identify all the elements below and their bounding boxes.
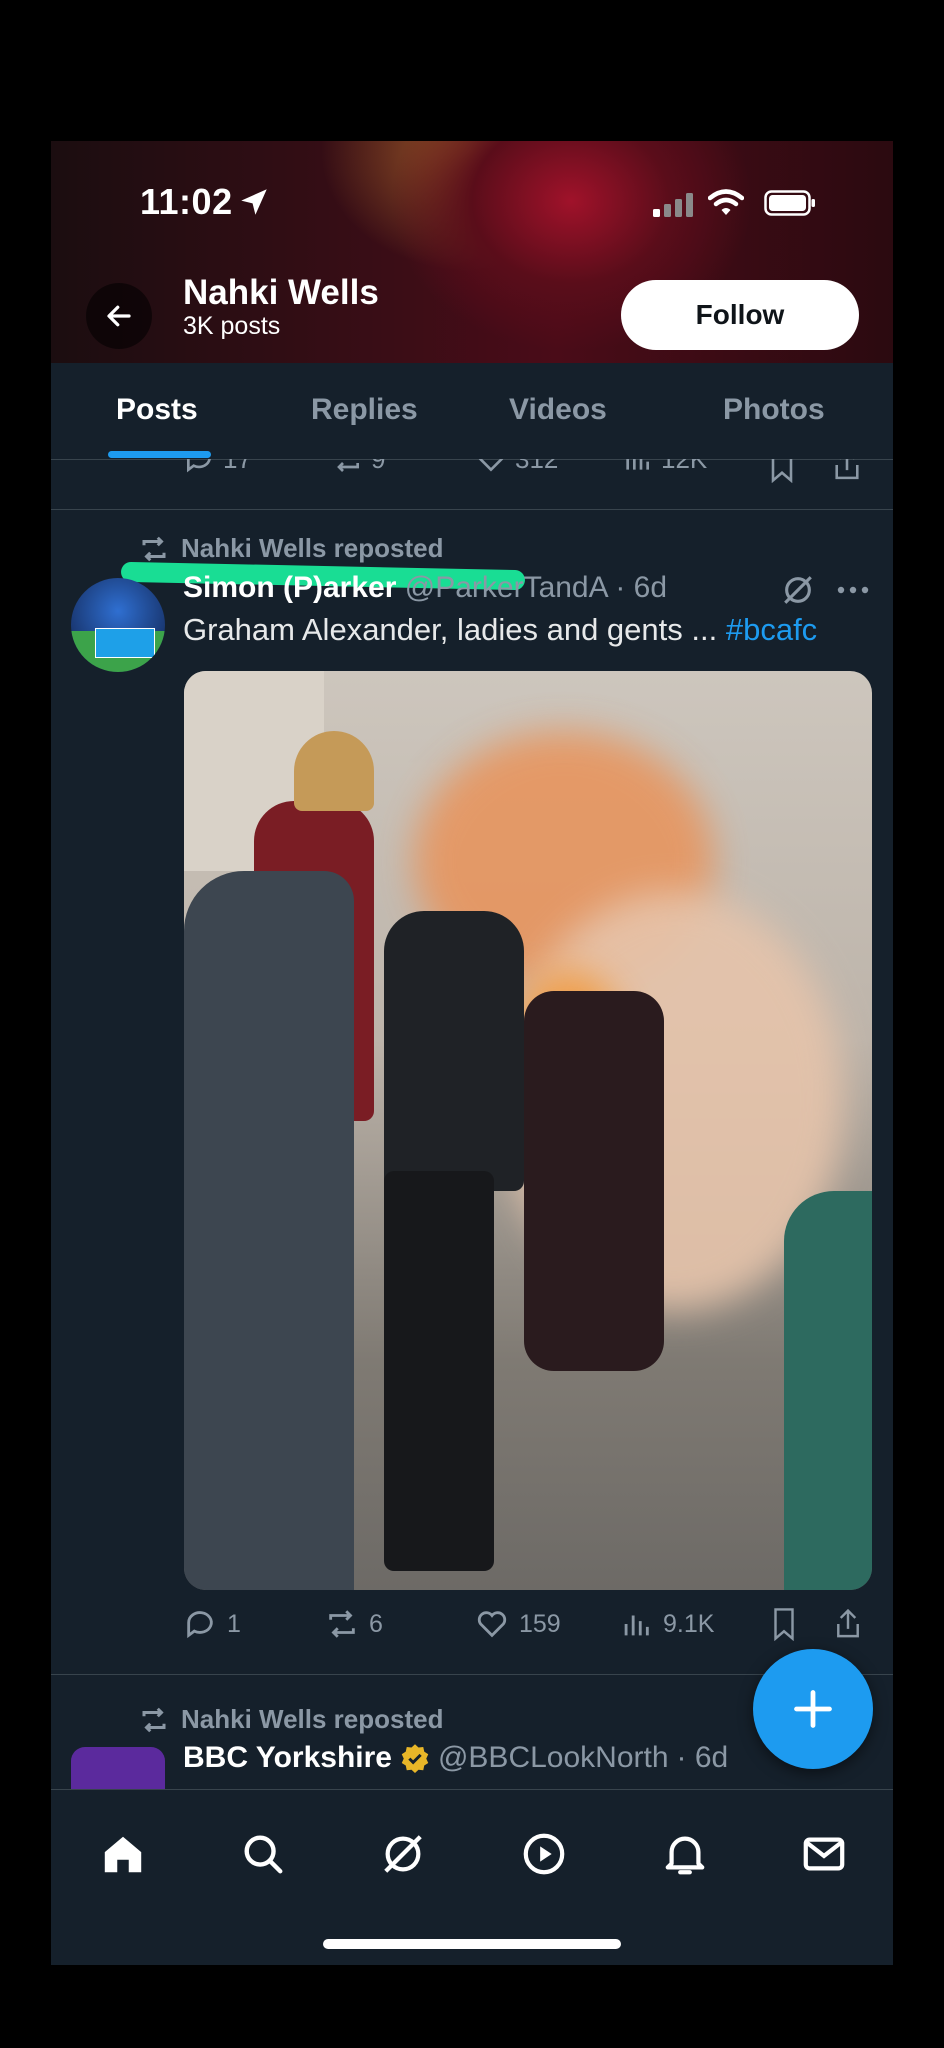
status-bar: 11:02 <box>51 181 893 225</box>
plus-icon <box>794 1690 832 1728</box>
hashtag-link[interactable]: #bcafc <box>726 612 817 647</box>
tweet-header: Simon (P)arker @ParkerTandA · 6d <box>183 571 667 605</box>
author-handle[interactable]: @ParkerTandA <box>405 571 607 604</box>
tab-replies[interactable]: Replies <box>311 393 418 427</box>
repost-icon <box>337 462 359 472</box>
app-screen: 11:02 Nahki Wells 3K posts Follow Posts … <box>51 141 893 1965</box>
views-action[interactable]: 9.1K <box>619 1607 714 1641</box>
reply-action[interactable]: 1 <box>183 1607 241 1641</box>
like-action[interactable]: 159 <box>475 1607 561 1641</box>
prev-like-count: 312 <box>515 459 558 475</box>
avatar[interactable] <box>71 578 165 672</box>
prev-repost-count: 9 <box>371 459 385 475</box>
repost-count: 6 <box>369 1609 383 1638</box>
reply-icon <box>187 459 211 473</box>
bookmark-icon <box>774 1608 794 1641</box>
search-icon <box>244 1835 283 1874</box>
active-tab-indicator <box>108 451 211 458</box>
compose-button[interactable] <box>753 1649 873 1769</box>
bell-icon <box>665 1836 705 1875</box>
repost-action[interactable]: 6 <box>325 1607 383 1641</box>
author-handle[interactable]: @BBCLookNorth <box>438 1741 669 1775</box>
prev-like-action[interactable]: 312 <box>475 459 558 475</box>
reply-icon <box>187 1611 213 1639</box>
tweet-time: · 6d <box>615 571 668 604</box>
home-icon <box>104 1836 142 1873</box>
tweet-body: Graham Alexander, ladies and gents ... <box>183 612 726 647</box>
views-icon <box>626 459 649 470</box>
views-count: 9.1K <box>663 1609 715 1638</box>
tweet-text: Graham Alexander, ladies and gents ... #… <box>183 612 817 648</box>
nav-home[interactable] <box>97 1828 149 1880</box>
home-indicator[interactable] <box>323 1939 621 1949</box>
nav-messages[interactable] <box>798 1828 850 1880</box>
grok-icon[interactable] <box>781 573 815 607</box>
profile-banner: 11:02 Nahki Wells 3K posts Follow <box>51 141 893 363</box>
repost-icon <box>329 1610 355 1638</box>
prev-reply-count: 17 <box>223 459 252 475</box>
share-icon <box>837 1608 859 1638</box>
repost-label: Nahki Wells reposted <box>181 1704 444 1734</box>
tab-photos[interactable]: Photos <box>723 393 825 427</box>
share-action[interactable] <box>831 1607 865 1641</box>
views-icon <box>624 1615 649 1636</box>
like-count: 159 <box>519 1609 561 1638</box>
status-time: 11:02 <box>140 181 233 222</box>
repost-icon <box>142 1707 166 1732</box>
author-name[interactable]: Simon (P)arker <box>183 571 396 604</box>
prev-reply-action[interactable]: 17 <box>183 459 252 475</box>
nav-search[interactable] <box>237 1828 289 1880</box>
tab-posts[interactable]: Posts <box>116 393 198 427</box>
wifi-icon <box>708 189 744 215</box>
grok-icon <box>384 1835 422 1873</box>
nav-grok[interactable] <box>377 1828 429 1880</box>
bookmark-action[interactable] <box>767 1607 801 1641</box>
nav-notifications[interactable] <box>659 1828 711 1880</box>
repost-indicator[interactable]: Nahki Wells reposted <box>139 533 444 564</box>
back-button[interactable] <box>86 283 152 349</box>
more-options-icon[interactable] <box>836 583 870 597</box>
repost-indicator[interactable]: Nahki Wells reposted <box>139 1704 444 1735</box>
verified-badge-icon <box>401 1744 429 1773</box>
cellular-signal-icon <box>653 193 693 217</box>
back-arrow-icon <box>107 305 131 327</box>
tweet-time: · 6d <box>676 1741 729 1774</box>
tweet-photo[interactable] <box>184 671 872 1590</box>
tweet-actions: 1 6 159 9.1K <box>183 1607 873 1647</box>
repost-label: Nahki Wells reposted <box>181 533 444 563</box>
prev-repost-action[interactable]: 9 <box>331 459 385 475</box>
mail-icon <box>803 1837 845 1871</box>
prev-views-count: 12K <box>661 459 707 475</box>
heart-icon <box>477 1611 507 1638</box>
bookmark-icon[interactable] <box>766 459 798 483</box>
battery-icon <box>764 190 815 216</box>
reply-count: 1 <box>227 1609 241 1638</box>
tweet-header: BBC Yorkshire @BBCLookNorth · 6d <box>183 1741 728 1775</box>
location-arrow-icon <box>241 189 267 215</box>
author-name[interactable]: BBC Yorkshire <box>183 1741 392 1775</box>
heart-icon <box>478 459 504 472</box>
post-count: 3K posts <box>183 312 281 340</box>
prev-views-action[interactable]: 12K <box>621 459 707 475</box>
repost-icon <box>142 536 166 561</box>
tab-videos[interactable]: Videos <box>509 393 607 427</box>
previous-tweet-actions: 17 9 312 12K <box>51 459 893 510</box>
video-icon <box>523 1833 565 1875</box>
profile-name: Nahki Wells <box>183 273 379 312</box>
share-icon[interactable] <box>831 459 863 483</box>
follow-button[interactable]: Follow <box>621 280 859 350</box>
profile-tabs: Posts Replies Videos Photos <box>51 363 893 460</box>
nav-video[interactable] <box>518 1828 570 1880</box>
